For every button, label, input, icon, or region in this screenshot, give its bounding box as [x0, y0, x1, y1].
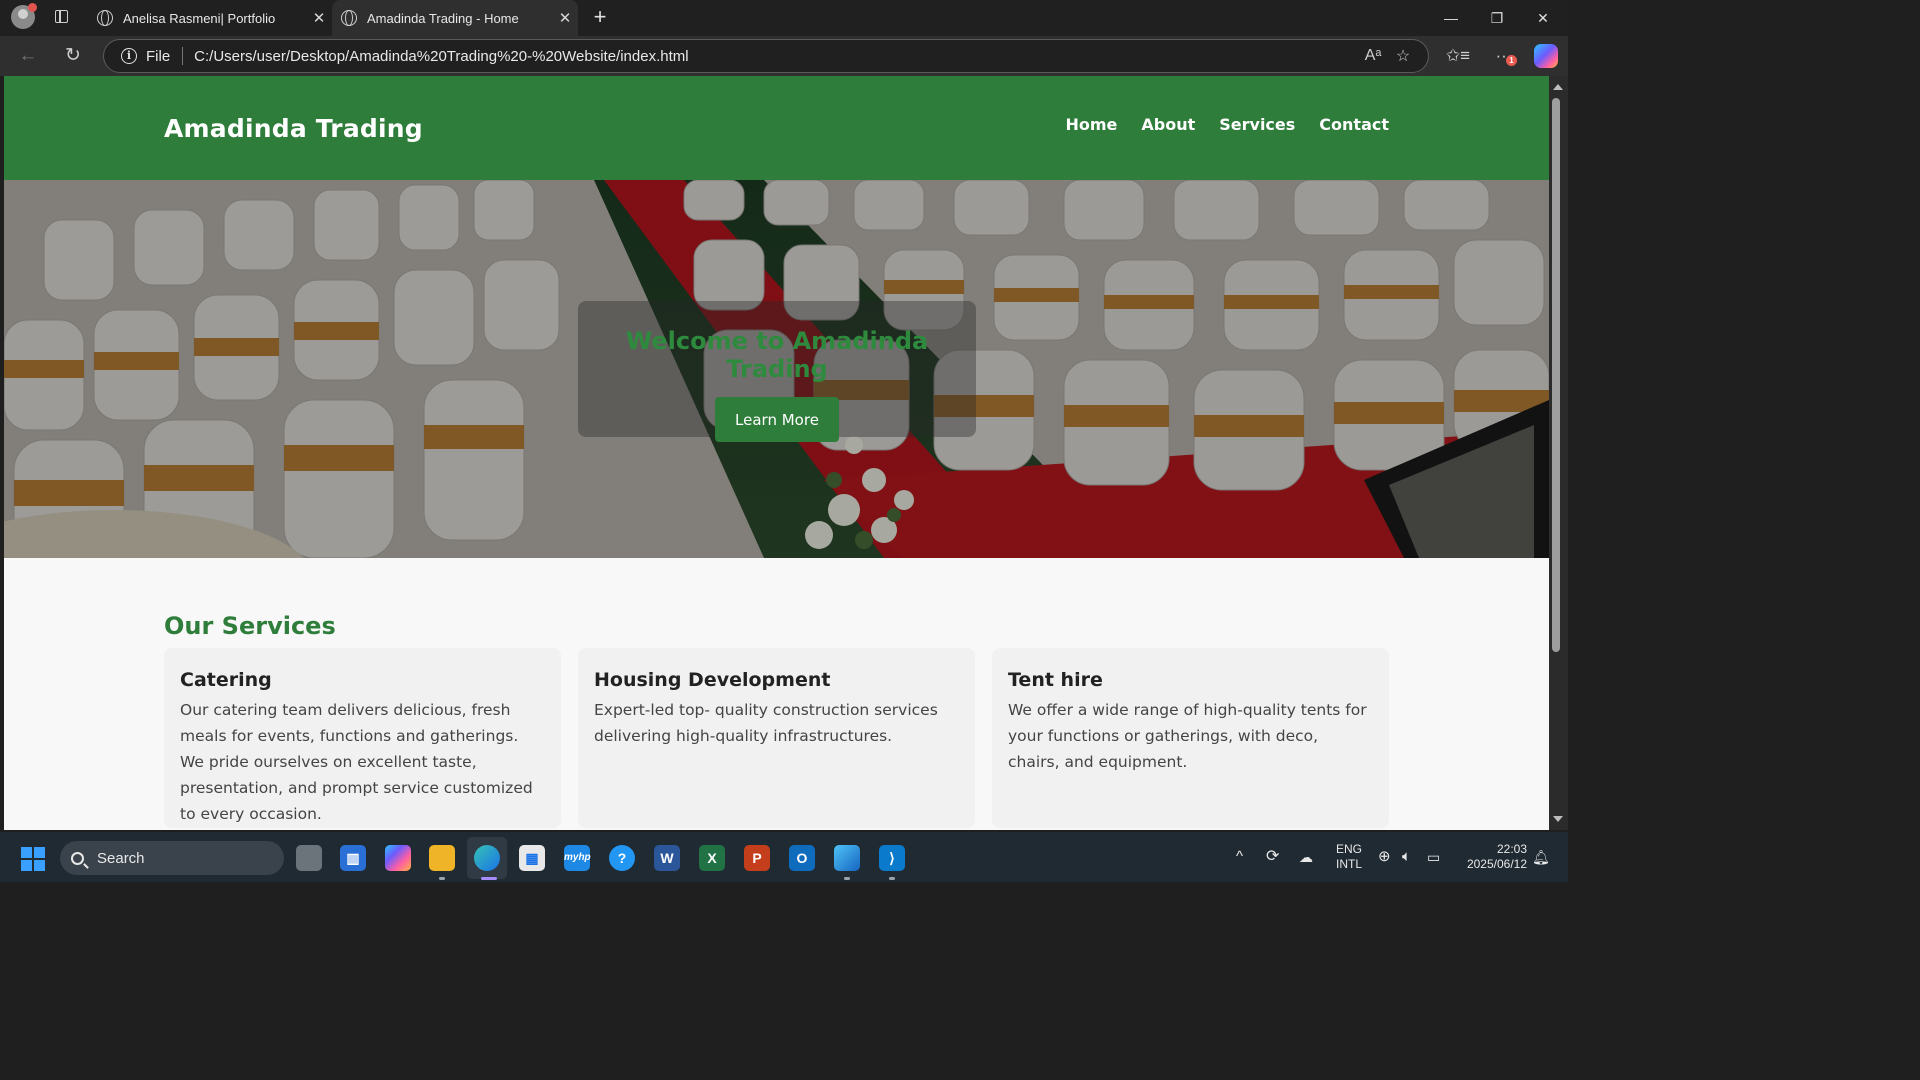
copilot-app-icon[interactable]: [385, 845, 411, 871]
learn-more-button[interactable]: Learn More: [715, 397, 839, 442]
network-icon[interactable]: ⊕: [1378, 832, 1396, 882]
battery-icon[interactable]: ▭: [1427, 832, 1445, 882]
site-header: Amadinda Trading Home About Services Con…: [4, 76, 1549, 180]
browser-toolbar: ← ↻ i File C:/Users/user/Desktop/Amadind…: [0, 36, 1568, 76]
language-bottom: INTL: [1335, 857, 1362, 871]
service-card-catering: Catering Our catering team delivers deli…: [164, 648, 561, 828]
hero-content-box: Welcome to Amadinda Trading Learn More: [578, 301, 976, 442]
close-icon[interactable]: ✕: [306, 9, 332, 27]
service-card-title: Housing Development: [594, 669, 831, 691]
clock-time: 22:03: [1496, 842, 1527, 856]
profile-notification-dot: [28, 3, 37, 12]
hero-banner: Welcome to Amadinda Trading Learn More: [4, 180, 1549, 558]
restore-icon[interactable]: ❐: [1474, 0, 1520, 36]
tray-overflow-icon[interactable]: ^: [1236, 832, 1252, 882]
close-icon[interactable]: ✕: [552, 9, 578, 27]
scroll-down-icon[interactable]: [1553, 816, 1563, 822]
tab-title: Anelisa Rasmeni| Portfolio: [123, 10, 276, 26]
tab-title: Amadinda Trading - Home: [367, 10, 519, 26]
refresh-icon[interactable]: ↻: [59, 42, 87, 70]
nav-home[interactable]: Home: [1065, 115, 1117, 134]
services-heading: Our Services: [164, 612, 336, 640]
profile-icon[interactable]: [11, 3, 37, 29]
favorite-star-icon[interactable]: ☆: [1388, 46, 1418, 66]
microsoft-store-icon[interactable]: ▦: [519, 845, 545, 871]
task-view-icon[interactable]: [296, 845, 322, 871]
volume-icon[interactable]: 🔈︎: [1402, 832, 1420, 882]
address-url[interactable]: C:/Users/user/Desktop/Amadinda%20Trading…: [194, 48, 1358, 65]
page-viewport: Amadinda Trading Home About Services Con…: [4, 76, 1549, 830]
info-icon[interactable]: i: [121, 48, 137, 64]
back-icon[interactable]: ←: [14, 42, 42, 70]
service-card-title: Tent hire: [1008, 669, 1103, 691]
scroll-thumb[interactable]: [1552, 98, 1560, 652]
address-divider: [182, 47, 184, 65]
nav-contact[interactable]: Contact: [1319, 115, 1389, 134]
services-card-list: Catering Our catering team delivers deli…: [164, 648, 1389, 828]
running-indicator: [889, 877, 895, 880]
new-tab-icon[interactable]: +: [588, 4, 612, 30]
service-card-tent-hire: Tent hire We offer a wide range of high-…: [992, 648, 1389, 828]
search-icon: [71, 851, 84, 865]
services-section: Our Services Catering Our catering team …: [164, 612, 1389, 828]
service-card-text: Expert-led top- quality construction ser…: [594, 701, 938, 745]
get-help-icon[interactable]: ?: [609, 845, 635, 871]
scroll-up-icon[interactable]: [1553, 84, 1563, 90]
file-explorer-icon[interactable]: [429, 845, 455, 871]
site-nav: Home About Services Contact: [1065, 115, 1389, 134]
address-scheme: File: [146, 47, 171, 65]
excel-icon[interactable]: X: [699, 845, 725, 871]
clock[interactable]: 22:03 2025/06/12: [1455, 832, 1527, 882]
hp-app-icon[interactable]: myhp: [564, 845, 591, 871]
globe-icon: [97, 10, 113, 26]
site-brand[interactable]: Amadinda Trading: [164, 114, 423, 143]
widgets-icon[interactable]: ▥: [340, 845, 366, 871]
page-scrollbar[interactable]: [1549, 76, 1568, 830]
minimize-icon[interactable]: —: [1428, 0, 1474, 36]
nav-services[interactable]: Services: [1219, 115, 1295, 134]
nav-about[interactable]: About: [1141, 115, 1195, 134]
edge-icon[interactable]: [474, 845, 500, 871]
service-card-housing: Housing Development Expert-led top- qual…: [578, 648, 975, 828]
tab-amadinda-home[interactable]: Amadinda Trading - Home ✕: [332, 0, 578, 36]
running-indicator-active: [481, 877, 497, 880]
browser-tab-bar: Anelisa Rasmeni| Portfolio ✕ Amadinda Tr…: [0, 0, 1568, 36]
notification-bell-icon[interactable]: 🔔︎: [1532, 832, 1550, 882]
clock-date: 2025/06/12: [1466, 857, 1527, 871]
read-aloud-icon[interactable]: Aᵃ: [1358, 47, 1388, 65]
window-close-icon[interactable]: ✕: [1520, 0, 1566, 36]
service-card-title: Catering: [180, 669, 272, 691]
address-bar[interactable]: i File C:/Users/user/Desktop/Amadinda%20…: [103, 39, 1429, 73]
powerpoint-icon[interactable]: P: [744, 845, 770, 871]
notification-badge: 1: [1506, 55, 1517, 66]
hero-title: Welcome to Amadinda Trading: [625, 327, 929, 383]
running-indicator: [439, 877, 445, 880]
sync-icon[interactable]: ⟳: [1266, 832, 1286, 882]
taskbar-search[interactable]: Search: [60, 841, 284, 875]
favorites-icon[interactable]: ✩≡: [1443, 42, 1473, 70]
running-indicator: [844, 877, 850, 880]
language-top: ENG: [1335, 842, 1362, 856]
windows-start-icon[interactable]: [21, 847, 45, 871]
tab-portfolio[interactable]: Anelisa Rasmeni| Portfolio ✕: [88, 0, 332, 36]
onedrive-icon[interactable]: ☁: [1299, 832, 1319, 882]
vscode-icon[interactable]: ⟩: [879, 845, 905, 871]
photos-icon[interactable]: [834, 845, 860, 871]
tab-actions-icon[interactable]: [50, 6, 72, 28]
language-indicator[interactable]: ENG INTL: [1333, 832, 1365, 882]
service-card-text: Our catering team delivers delicious, fr…: [180, 701, 533, 823]
taskbar-search-label: Search: [97, 849, 145, 867]
service-card-text: We offer a wide range of high-quality te…: [1008, 701, 1367, 771]
globe-icon: [341, 10, 357, 26]
word-icon[interactable]: W: [654, 845, 680, 871]
outlook-icon[interactable]: O: [789, 845, 815, 871]
copilot-icon[interactable]: [1534, 44, 1558, 68]
